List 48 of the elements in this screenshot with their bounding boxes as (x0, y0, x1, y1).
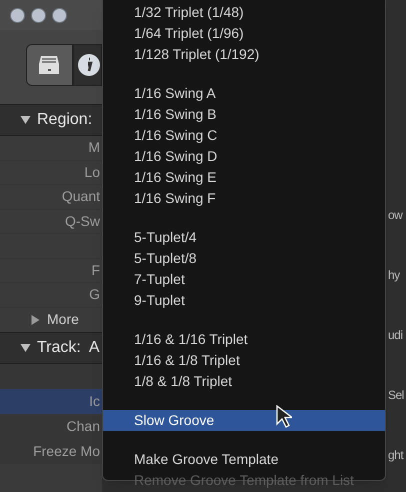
menu-item[interactable]: 1/16 Swing E (103, 167, 385, 188)
section-title: Track: A (37, 338, 100, 358)
menu-item[interactable]: 1/8 & 1/8 Triplet (103, 371, 385, 392)
partial-label: Sel (388, 387, 404, 404)
window-control-icon[interactable] (52, 8, 67, 22)
section-title: Region: (37, 110, 92, 130)
menu-item[interactable]: 1/16 Swing B (103, 104, 385, 125)
menu-item[interactable]: 1/32 Triplet (1/48) (103, 2, 385, 23)
menu-item[interactable]: 1/16 & 1/8 Triplet (103, 350, 385, 371)
menu-item[interactable]: 5-Tuplet/8 (103, 248, 385, 269)
field-label: Ic (89, 392, 100, 410)
partial-label: udi (388, 327, 403, 344)
field-label: Lo (84, 162, 100, 182)
window-control-icon[interactable] (31, 8, 46, 22)
menu-item[interactable]: 7-Tuplet (103, 269, 385, 290)
track-header[interactable]: Track: A (0, 332, 102, 364)
menu-item[interactable]: 1/64 Triplet (1/96) (103, 23, 385, 44)
field-label: Chan (66, 416, 100, 436)
field-label: Quant (62, 187, 100, 206)
field-label: G (89, 285, 100, 304)
field-label: Freeze Mo (33, 442, 100, 460)
menu-item[interactable]: 9-Tuplet (103, 290, 385, 311)
disclosure-triangle-icon[interactable] (30, 314, 41, 324)
drawer-icon (38, 55, 60, 75)
menu-item[interactable]: 1/16 Swing D (103, 146, 385, 167)
menu-item[interactable]: Make Groove Template (103, 449, 385, 470)
menu-item[interactable]: 1/16 Swing F (103, 188, 385, 209)
partial-label: ght (388, 447, 404, 464)
info-icon (77, 53, 101, 77)
partial-label: hy (388, 267, 400, 284)
more-toggle[interactable]: More (0, 308, 102, 332)
disclosure-triangle-icon[interactable] (20, 342, 31, 352)
partial-label: ow (388, 207, 402, 224)
disclosure-triangle-icon[interactable] (20, 115, 31, 125)
menu-item[interactable]: Slow Groove (103, 410, 385, 431)
menu-item[interactable]: 1/128 Triplet (1/192) (103, 44, 385, 65)
window-control-icon[interactable] (10, 8, 25, 22)
menu-item[interactable]: 1/16 Swing A (103, 83, 385, 104)
menu-item[interactable]: 5-Tuplet/4 (103, 227, 385, 248)
menu-item[interactable]: 1/16 Swing C (103, 125, 385, 146)
mouse-pointer-icon (276, 405, 292, 429)
browser-tab[interactable] (26, 44, 73, 86)
field-label: Q-Sw (65, 212, 100, 231)
inspector-tab[interactable] (72, 44, 102, 86)
field-label: F (91, 260, 100, 280)
menu-item[interactable]: 1/16 & 1/16 Triplet (103, 329, 385, 350)
region-header[interactable]: Region: (0, 104, 102, 136)
field-label: M (88, 138, 100, 158)
